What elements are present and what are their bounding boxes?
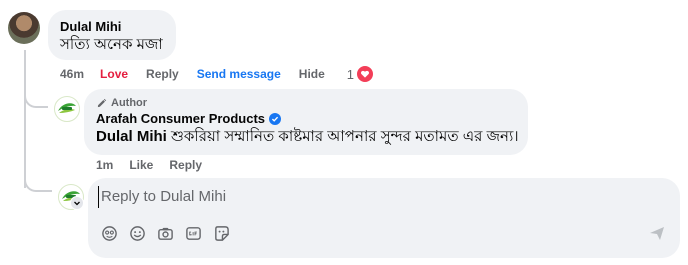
page-name[interactable]: Arafah Consumer Products — [96, 111, 265, 127]
heart-icon — [356, 65, 375, 83]
page-name-row: Arafah Consumer Products — [96, 111, 516, 127]
reply-text: Dulal Mihi শুকরিয়া সম্মানিত কাষ্টমার আপ… — [96, 127, 519, 146]
camera-icon[interactable] — [156, 224, 174, 242]
sticker-icon[interactable] — [212, 224, 230, 242]
reply-input[interactable]: Reply to Dulal Mihi — [98, 186, 661, 208]
emoji-icon[interactable] — [128, 224, 146, 242]
reply-bubble: Author Arafah Consumer Products Dulal Mi… — [84, 89, 528, 155]
gif-icon[interactable] — [184, 224, 202, 242]
verified-badge-icon — [269, 113, 282, 125]
composer-toolbar — [100, 224, 230, 242]
reply-button[interactable]: Reply — [169, 158, 202, 172]
send-message-button[interactable]: Send message — [197, 67, 281, 81]
chevron-down-icon[interactable] — [70, 196, 84, 210]
reply-button[interactable]: Reply — [146, 67, 179, 81]
comment-author-name[interactable]: Dulal Mihi — [60, 19, 164, 35]
thread-connector-curve — [24, 84, 48, 108]
comment-text: সত্যি অনেক মজা — [60, 36, 163, 53]
reply-timestamp[interactable]: 1m — [96, 158, 113, 172]
thread-connector-curve — [24, 170, 52, 192]
reaction-count: 1 — [346, 66, 355, 82]
reply-composer: Reply to Dulal Mihi — [88, 178, 680, 258]
reply-text-body: শুকরিয়া সম্মানিত কাষ্টমার আপনার সুন্দর … — [166, 128, 519, 145]
reaction-summary[interactable]: 1 — [346, 65, 375, 83]
send-icon[interactable] — [648, 224, 666, 242]
commenter-avatar[interactable] — [8, 12, 40, 44]
pencil-icon — [97, 98, 107, 107]
reply-actions: 1m Like Reply — [96, 157, 220, 173]
comment-actions: 46m Love Reply Send message Hide 1 — [60, 65, 375, 83]
love-button[interactable]: Love — [100, 67, 128, 81]
author-tag: Author — [96, 96, 516, 110]
comment-bubble: Dulal Mihi সত্যি অনেক মজা — [48, 10, 176, 60]
hide-button[interactable]: Hide — [299, 67, 325, 81]
like-button[interactable]: Like — [129, 158, 153, 172]
author-tag-label: Author — [111, 97, 148, 109]
comment-timestamp[interactable]: 46m — [60, 67, 84, 81]
thread-connector-line — [24, 50, 26, 188]
page-avatar[interactable] — [54, 96, 80, 122]
avatar-sticker-icon[interactable] — [100, 224, 118, 242]
mention-link[interactable]: Dulal Mihi — [96, 128, 167, 145]
